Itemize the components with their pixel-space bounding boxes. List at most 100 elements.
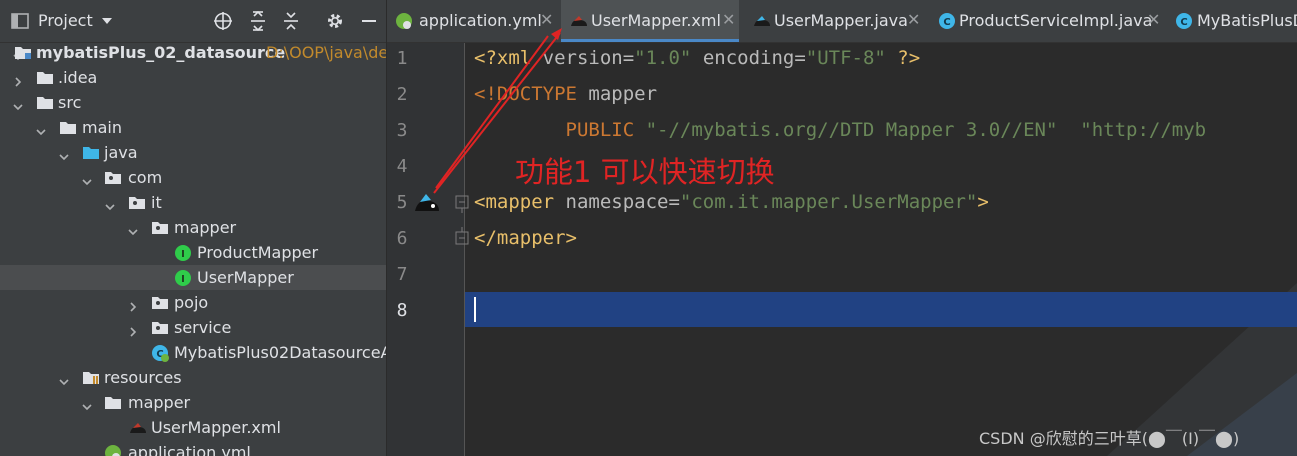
- tab-label: ProductServiceImpl.java: [959, 11, 1153, 30]
- code-line-3: PUBLIC "-//mybatis.org//DTD Mapper 3.0//…: [474, 119, 1207, 141]
- tab-application-yml[interactable]: application.yml ✕: [387, 0, 557, 42]
- tab-label: UserMapper.xml: [591, 11, 721, 30]
- tree-item-label: main: [82, 118, 122, 137]
- project-path: D:\OOP\java\de: [266, 43, 387, 62]
- yaml-icon: [395, 12, 413, 30]
- tree-item-project-root[interactable]: mybatisPlus_02_datasource D:\OOP\java\de: [0, 40, 386, 65]
- package-icon: [151, 219, 169, 235]
- code-editor[interactable]: 1 2 3 4 5 6 7 8 <?xml version="1.0" enco…: [387, 43, 1297, 456]
- chevron-right-icon[interactable]: [13, 72, 23, 87]
- tree-item-label: com: [128, 168, 163, 187]
- tab-mybatisplusd[interactable]: C MyBatisPlusD: [1167, 0, 1297, 42]
- tree-item-usermapper[interactable]: I UserMapper: [0, 265, 386, 290]
- tree-item-src[interactable]: src: [0, 90, 386, 115]
- line-number: 6: [396, 228, 408, 249]
- project-view-icon: [8, 0, 32, 42]
- svg-text:I: I: [181, 274, 185, 285]
- code-line-1: <?xml version="1.0" encoding="UTF-8" ?>: [474, 47, 920, 69]
- tree-item-label: UserMapper.xml: [151, 418, 281, 437]
- code-token: </mapper>: [474, 227, 577, 249]
- tree-item-label: service: [174, 318, 232, 337]
- tree-item-mapper-folder[interactable]: mapper: [0, 390, 386, 415]
- expand-all-icon[interactable]: [246, 0, 270, 42]
- chevron-right-icon[interactable]: [128, 322, 138, 337]
- tree-item-label: .idea: [58, 68, 98, 87]
- code-token: =: [668, 191, 680, 213]
- code-token: "-//mybatis.org//DTD Mapper 3.0//EN": [645, 119, 1058, 141]
- close-icon[interactable]: ✕: [907, 10, 920, 29]
- tree-item-main[interactable]: main: [0, 115, 386, 140]
- tab-label: UserMapper.java: [774, 11, 908, 30]
- collapse-all-icon[interactable]: [279, 0, 303, 42]
- tree-item-usermapper-xml[interactable]: UserMapper.xml: [0, 415, 386, 440]
- code-token: =: [622, 47, 635, 69]
- tree-item-label: mybatisPlus_02_datasource: [36, 43, 286, 62]
- tree-item-application-class[interactable]: C MybatisPlus02DatasourceAp: [0, 340, 386, 365]
- folder-icon: [36, 94, 54, 110]
- chevron-down-icon[interactable]: [105, 197, 115, 211]
- package-icon: [128, 194, 146, 210]
- module-folder-icon: [14, 44, 32, 60]
- class-icon: C: [1175, 12, 1193, 30]
- close-icon[interactable]: ✕: [540, 10, 553, 29]
- project-panel-title[interactable]: Project: [38, 11, 93, 30]
- mybatis-navigation-icon[interactable]: [413, 189, 441, 221]
- line-number: 1: [396, 48, 408, 69]
- chevron-down-icon[interactable]: [97, 0, 117, 42]
- tab-productserviceimpl[interactable]: C ProductServiceImpl.java ✕: [930, 0, 1165, 42]
- package-icon: [104, 169, 122, 185]
- resources-folder-icon: [82, 369, 100, 385]
- fold-icon[interactable]: [455, 195, 469, 217]
- tree-item-label: src: [58, 93, 82, 112]
- tree-item-com[interactable]: com: [0, 165, 386, 190]
- code-token: <?xml: [474, 47, 543, 69]
- svg-text:I: I: [181, 249, 185, 260]
- tree-item-java[interactable]: java: [0, 140, 386, 165]
- tree-item-label: application.yml: [128, 443, 251, 456]
- code-token: =: [794, 47, 806, 69]
- minimize-icon[interactable]: [357, 0, 381, 42]
- close-icon[interactable]: ✕: [722, 10, 735, 29]
- yaml-icon: [104, 444, 122, 456]
- line-number: 2: [396, 84, 408, 105]
- tree-item-label: resources: [104, 368, 182, 387]
- chevron-down-icon[interactable]: [36, 122, 46, 136]
- tree-item-label: mapper: [128, 393, 191, 412]
- locate-target-icon[interactable]: [210, 0, 236, 42]
- code-token: "http://myb: [1057, 119, 1207, 141]
- code-token: mapper: [588, 83, 658, 105]
- tree-item-label: ProductMapper: [197, 243, 319, 262]
- chevron-down-icon[interactable]: [59, 147, 69, 161]
- chevron-down-icon[interactable]: [82, 172, 92, 186]
- code-line-6: </mapper>: [474, 227, 577, 249]
- tree-item-productmapper[interactable]: I ProductMapper: [0, 240, 386, 265]
- tab-label: application.yml: [419, 11, 542, 30]
- tree-item-label: UserMapper: [197, 268, 294, 287]
- chevron-down-icon[interactable]: [128, 222, 138, 236]
- tree-item-resources[interactable]: resources: [0, 365, 386, 390]
- code-token: encoding: [691, 47, 795, 69]
- code-token: >: [977, 191, 989, 213]
- gear-icon[interactable]: [322, 0, 348, 42]
- chevron-right-icon[interactable]: [128, 297, 138, 312]
- tree-item-pojo[interactable]: pojo: [0, 290, 386, 315]
- tab-usermapper-xml[interactable]: UserMapper.xml ✕: [561, 0, 739, 42]
- fold-icon[interactable]: [455, 227, 469, 249]
- chevron-down-icon[interactable]: [59, 372, 69, 386]
- tree-item-mapper-package[interactable]: mapper: [0, 215, 386, 240]
- code-token: "1.0": [634, 47, 692, 69]
- tree-item-service[interactable]: service: [0, 315, 386, 340]
- chevron-down-icon[interactable]: [82, 397, 92, 411]
- tree-item-application-yml[interactable]: application.yml: [0, 440, 386, 456]
- chevron-down-icon[interactable]: [13, 97, 23, 111]
- tree-item-label: java: [104, 143, 138, 162]
- tree-item-it[interactable]: it: [0, 190, 386, 215]
- source-folder-icon: [82, 144, 100, 160]
- interface-icon: I: [174, 269, 192, 286]
- close-icon[interactable]: ✕: [1147, 10, 1160, 29]
- current-line-highlight: [387, 292, 1297, 327]
- tree-item-idea[interactable]: .idea: [0, 65, 386, 90]
- annotation-text: 功能1 可以快速切换: [515, 155, 775, 189]
- line-number-current: 8: [396, 300, 408, 321]
- tab-usermapper-java[interactable]: UserMapper.java ✕: [744, 0, 924, 42]
